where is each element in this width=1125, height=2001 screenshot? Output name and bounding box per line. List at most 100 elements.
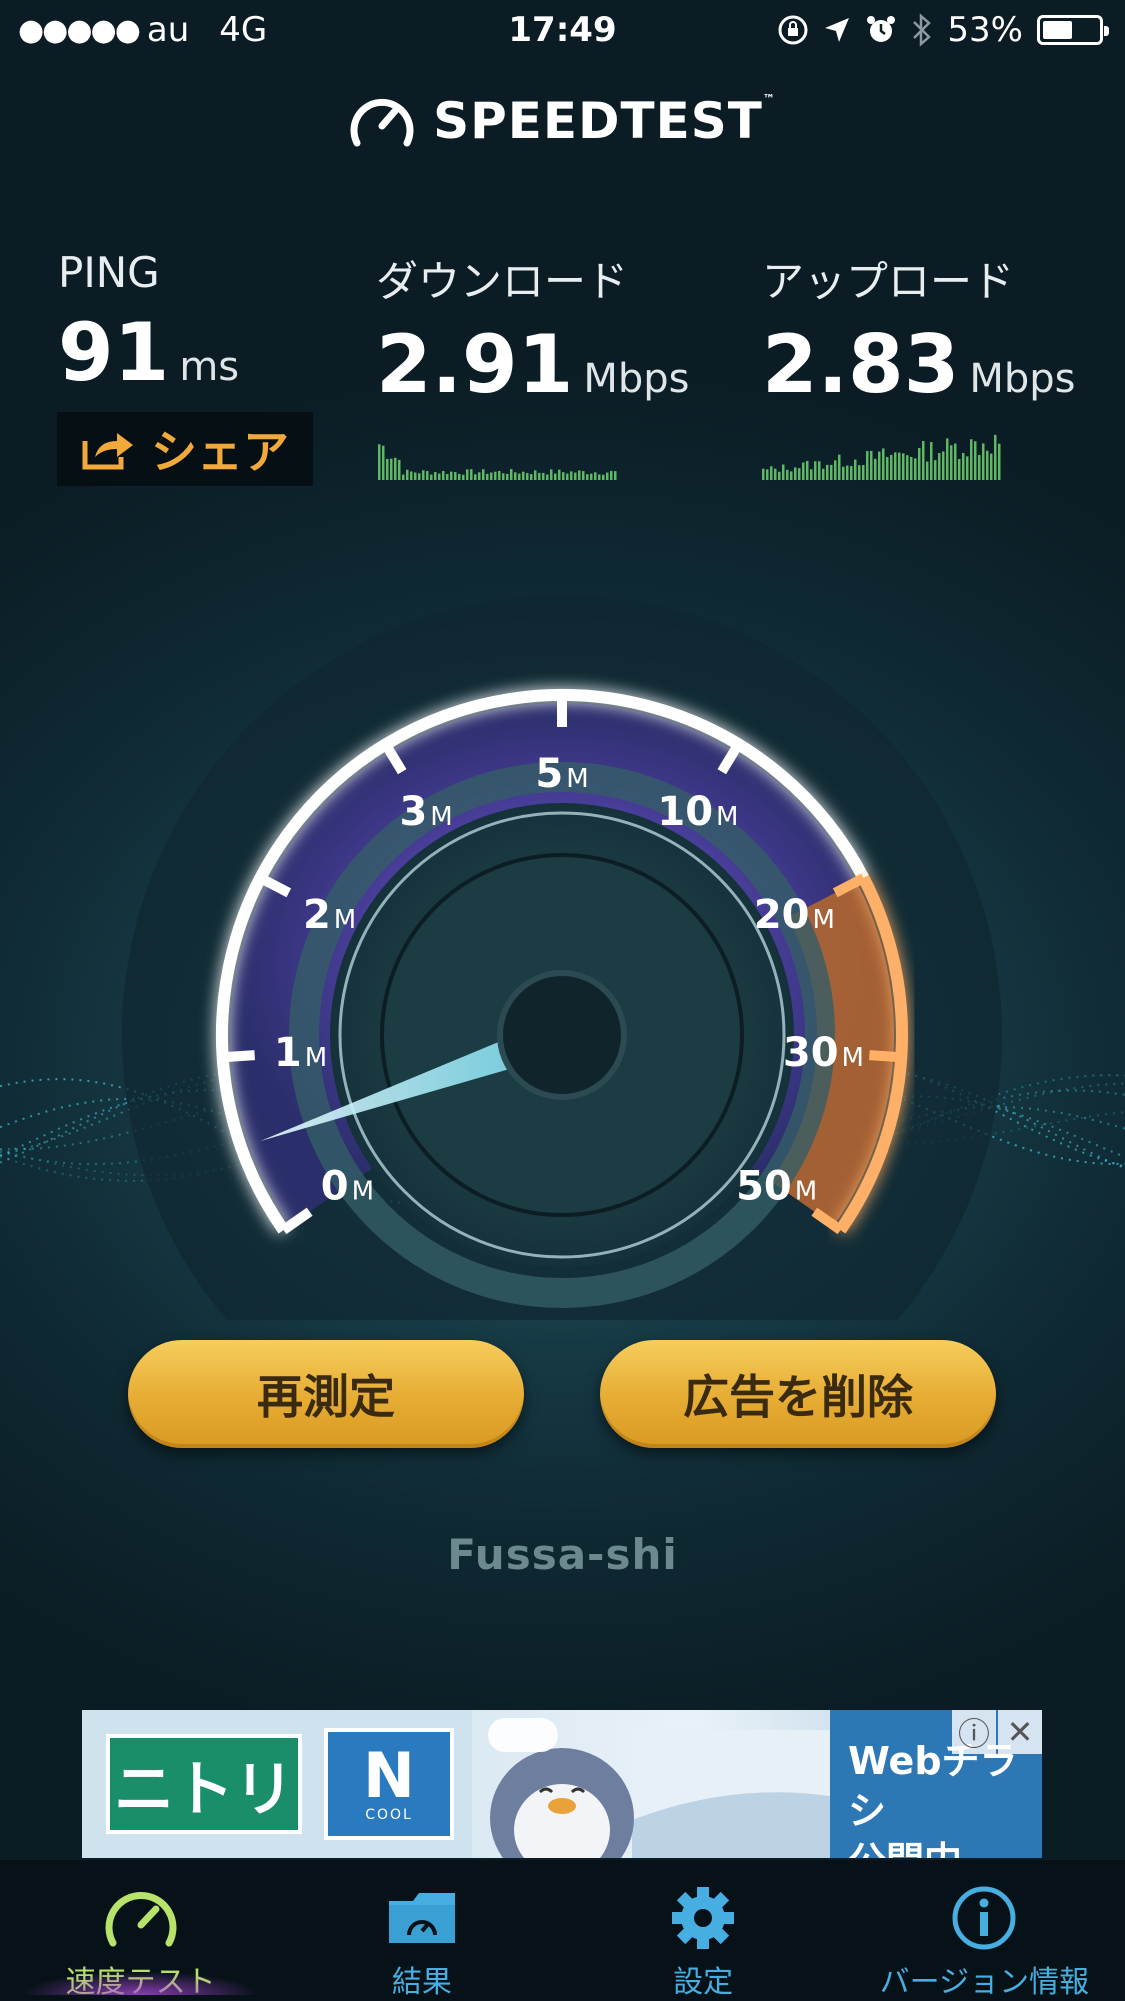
tab-about[interactable]: バージョン情報 xyxy=(844,1860,1125,2001)
gauge-hub xyxy=(497,970,627,1100)
sparkline-bar xyxy=(914,458,917,480)
download-sparkline xyxy=(378,444,617,480)
sparkline-bar xyxy=(558,469,561,480)
sparkline-bar xyxy=(846,465,849,480)
sparkline-bar xyxy=(786,469,789,480)
ad-product-n: N xyxy=(363,1739,415,1812)
rotation-lock-icon xyxy=(778,15,808,45)
upload-value: 2.83 xyxy=(762,318,960,411)
gauge-tick-mark xyxy=(222,1050,255,1063)
sparkline-bar xyxy=(566,473,569,480)
sparkline-bar xyxy=(974,441,977,480)
sparkline-bar xyxy=(422,470,425,480)
gear-icon xyxy=(672,1886,735,1949)
sparkline-bar xyxy=(930,442,933,480)
sparkline-bar xyxy=(466,469,469,480)
sparkline-bar xyxy=(850,466,853,480)
share-button[interactable]: シェア xyxy=(57,412,313,486)
remove-ads-button[interactable]: 広告を削除 xyxy=(600,1340,996,1448)
sparkline-bar xyxy=(994,434,997,480)
sparkline-bar xyxy=(950,445,953,480)
ad-product-logo: N COOL xyxy=(324,1728,454,1840)
speedtest-logo: SPEEDTEST™ xyxy=(0,92,1125,150)
info-icon xyxy=(952,1886,1016,1949)
sparkline-bar xyxy=(990,453,993,480)
sparkline-bar xyxy=(970,439,973,480)
gauge-tick-mark xyxy=(869,1050,902,1063)
logo-wordmark: SPEEDTEST xyxy=(433,92,763,150)
sparkline-bar xyxy=(522,471,525,480)
sparkline-bar xyxy=(410,471,413,480)
sparkline-bar xyxy=(526,473,529,480)
sparkline-bar xyxy=(606,472,609,480)
sparkline-bar xyxy=(434,472,437,480)
ad-banner[interactable]: ニトリ N COOL Webチラシ 公開中 ⓘ ✕ xyxy=(82,1710,1042,1858)
sparkline-bar xyxy=(838,454,841,480)
sparkline-bar xyxy=(458,473,461,480)
ad-text-line2: 公開中 xyxy=(848,1836,1042,1858)
sparkline-bar xyxy=(942,451,945,480)
trademark: ™ xyxy=(762,92,776,106)
ad-info-icon[interactable]: ⓘ xyxy=(952,1710,996,1754)
ad-close-icon[interactable]: ✕ xyxy=(998,1710,1042,1754)
sparkline-bar xyxy=(886,457,889,480)
sparkline-bar xyxy=(494,471,497,480)
sparkline-bar xyxy=(418,473,421,480)
sparkline-bar xyxy=(874,458,877,480)
ping-value-row: 91 ms xyxy=(58,313,239,393)
sparkline-bar xyxy=(906,455,909,480)
tab-label: バージョン情報 xyxy=(879,1965,1090,2000)
sparkline-bar xyxy=(954,443,957,480)
gear-tooth xyxy=(697,1934,710,1949)
sparkline-bar xyxy=(866,451,869,480)
sparkline-bar xyxy=(814,461,817,480)
tab-label: 設定 xyxy=(673,1965,734,2000)
tab-settings[interactable]: 設定 xyxy=(563,1860,844,2001)
sparkline-bar xyxy=(550,469,553,480)
sparkline-bar xyxy=(530,474,533,480)
gear-tooth xyxy=(672,1911,687,1924)
sparkline-bar xyxy=(822,468,825,480)
ping-value: 91 xyxy=(58,306,170,399)
battery-percent: 53% xyxy=(947,10,1023,50)
sparkline-bar xyxy=(474,474,477,480)
sparkline-bar xyxy=(462,474,465,480)
location-arrow-icon xyxy=(825,18,850,42)
sparkline-bar xyxy=(798,468,801,480)
sparkline-bar xyxy=(862,465,865,480)
sparkline-bar xyxy=(770,466,773,480)
sparkline-bar xyxy=(510,469,513,480)
speed-gauge: 0 M1 M2 M3 M5 M10 M20 M30 M50 M xyxy=(122,595,1002,1320)
ad-brand-logo: ニトリ xyxy=(106,1734,302,1834)
sparkline-bar xyxy=(802,462,805,480)
retest-button[interactable]: 再測定 xyxy=(128,1340,524,1448)
gear-tooth xyxy=(720,1911,735,1924)
sparkline-bar xyxy=(382,445,385,480)
sparkline-bar xyxy=(534,470,537,480)
sparkline-bar xyxy=(398,459,401,480)
sparkline-bar xyxy=(610,470,613,480)
download-label: ダウンロード xyxy=(376,257,629,306)
download-value-row: 2.91 Mbps xyxy=(376,325,690,405)
share-icon xyxy=(82,433,133,470)
sparkline-bar xyxy=(806,460,809,480)
sparkline-bar xyxy=(498,470,501,480)
sparkline-bar xyxy=(854,459,857,480)
sparkline-bar xyxy=(594,472,597,480)
sparkline-bar xyxy=(978,454,981,480)
tab-results[interactable]: 結果 xyxy=(281,1860,562,2001)
sparkline-bar xyxy=(394,457,397,480)
sparkline-bar xyxy=(810,469,813,480)
sparkline-bar xyxy=(546,474,549,480)
sparkline-bar xyxy=(486,473,489,480)
tab-speed-test[interactable]: 速度テスト xyxy=(0,1860,281,2001)
sparkline-bar xyxy=(438,473,441,480)
speedometer-icon xyxy=(105,1891,177,1946)
sparkline-bar xyxy=(958,459,961,480)
sparkline-bar xyxy=(986,450,989,480)
sparkline-bar xyxy=(830,464,833,480)
sparkline-bar xyxy=(578,470,581,480)
sparkline-bar xyxy=(442,470,445,480)
sparkline-bar xyxy=(782,464,785,480)
download-unit: Mbps xyxy=(583,356,690,402)
